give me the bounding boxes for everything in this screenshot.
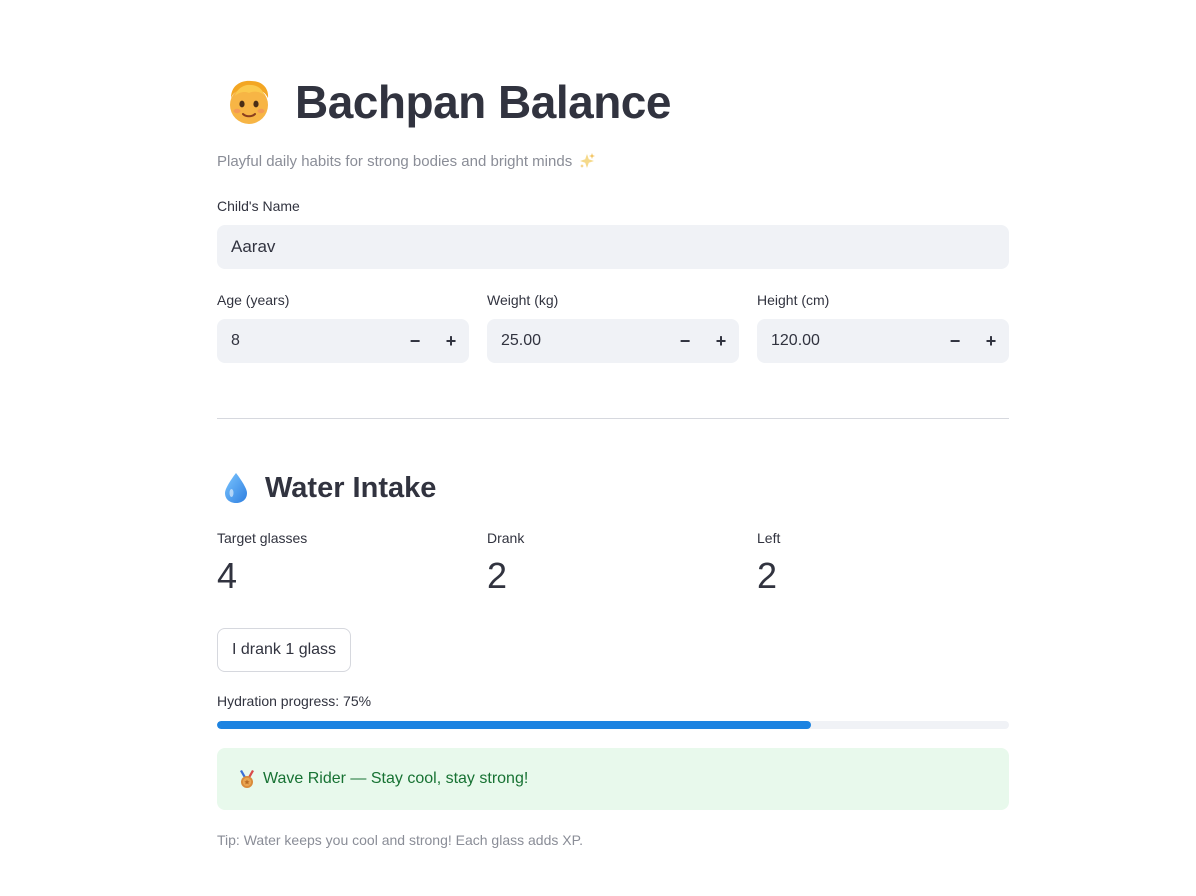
page-header: Bachpan Balance (223, 70, 671, 134)
sparkles-icon (580, 153, 596, 168)
height-field: Height (cm) 120.00 − + (757, 292, 1009, 363)
weight-number-input[interactable]: 25.00 − + (487, 319, 739, 363)
badge-success-alert: Wave Rider — Stay cool, stay strong! (217, 748, 1009, 810)
medal-icon (240, 770, 254, 788)
drank-glass-button[interactable]: I drank 1 glass (217, 628, 352, 672)
metric-target-glasses: Target glasses 4 (217, 530, 467, 594)
tip-caption: Tip: Water keeps you cool and strong! Ea… (217, 832, 584, 848)
age-value[interactable]: 8 (231, 332, 397, 350)
page-title: Bachpan Balance (295, 76, 671, 128)
height-label: Height (cm) (757, 292, 830, 308)
weight-label: Weight (kg) (487, 292, 559, 308)
weight-increment-button[interactable]: + (703, 319, 739, 363)
age-increment-button[interactable]: + (433, 319, 469, 363)
badge-text: Wave Rider — Stay cool, stay strong! (263, 770, 529, 787)
height-decrement-button[interactable]: − (937, 319, 973, 363)
height-number-input[interactable]: 120.00 − + (757, 319, 1009, 363)
child-name-input[interactable]: Aarav (217, 225, 1009, 269)
metric-drank: Drank 2 (487, 530, 737, 594)
metric-value: 2 (487, 555, 508, 596)
hydration-progress-bar (217, 721, 1009, 729)
subtitle-text: Playful daily habits for strong bodies a… (217, 152, 573, 170)
name-label: Child's Name (217, 198, 300, 214)
metric-value: 2 (757, 555, 778, 596)
weight-decrement-button[interactable]: − (667, 319, 703, 363)
age-decrement-button[interactable]: − (397, 319, 433, 363)
age-number-input[interactable]: 8 − + (217, 319, 469, 363)
weight-value[interactable]: 25.00 (501, 332, 667, 350)
metric-label: Left (757, 530, 781, 546)
weight-field: Weight (kg) 25.00 − + (487, 292, 739, 363)
child-name-value: Aarav (231, 237, 276, 256)
child-face-icon (230, 80, 269, 124)
height-value[interactable]: 120.00 (771, 332, 937, 350)
metric-value: 4 (217, 555, 238, 596)
water-section-title: Water Intake (265, 471, 437, 504)
water-section-header: Water Intake (223, 468, 436, 508)
height-increment-button[interactable]: + (973, 319, 1009, 363)
water-drop-icon (225, 473, 247, 503)
hydration-progress-fill (217, 721, 811, 729)
metric-label: Drank (487, 530, 525, 546)
section-divider (217, 418, 1009, 419)
metric-left: Left 2 (757, 530, 1007, 594)
age-field: Age (years) 8 − + (217, 292, 469, 363)
metric-label: Target glasses (217, 530, 308, 546)
age-label: Age (years) (217, 292, 290, 308)
page-subtitle: Playful daily habits for strong bodies a… (217, 152, 596, 170)
hydration-progress-label: Hydration progress: 75% (217, 693, 372, 709)
